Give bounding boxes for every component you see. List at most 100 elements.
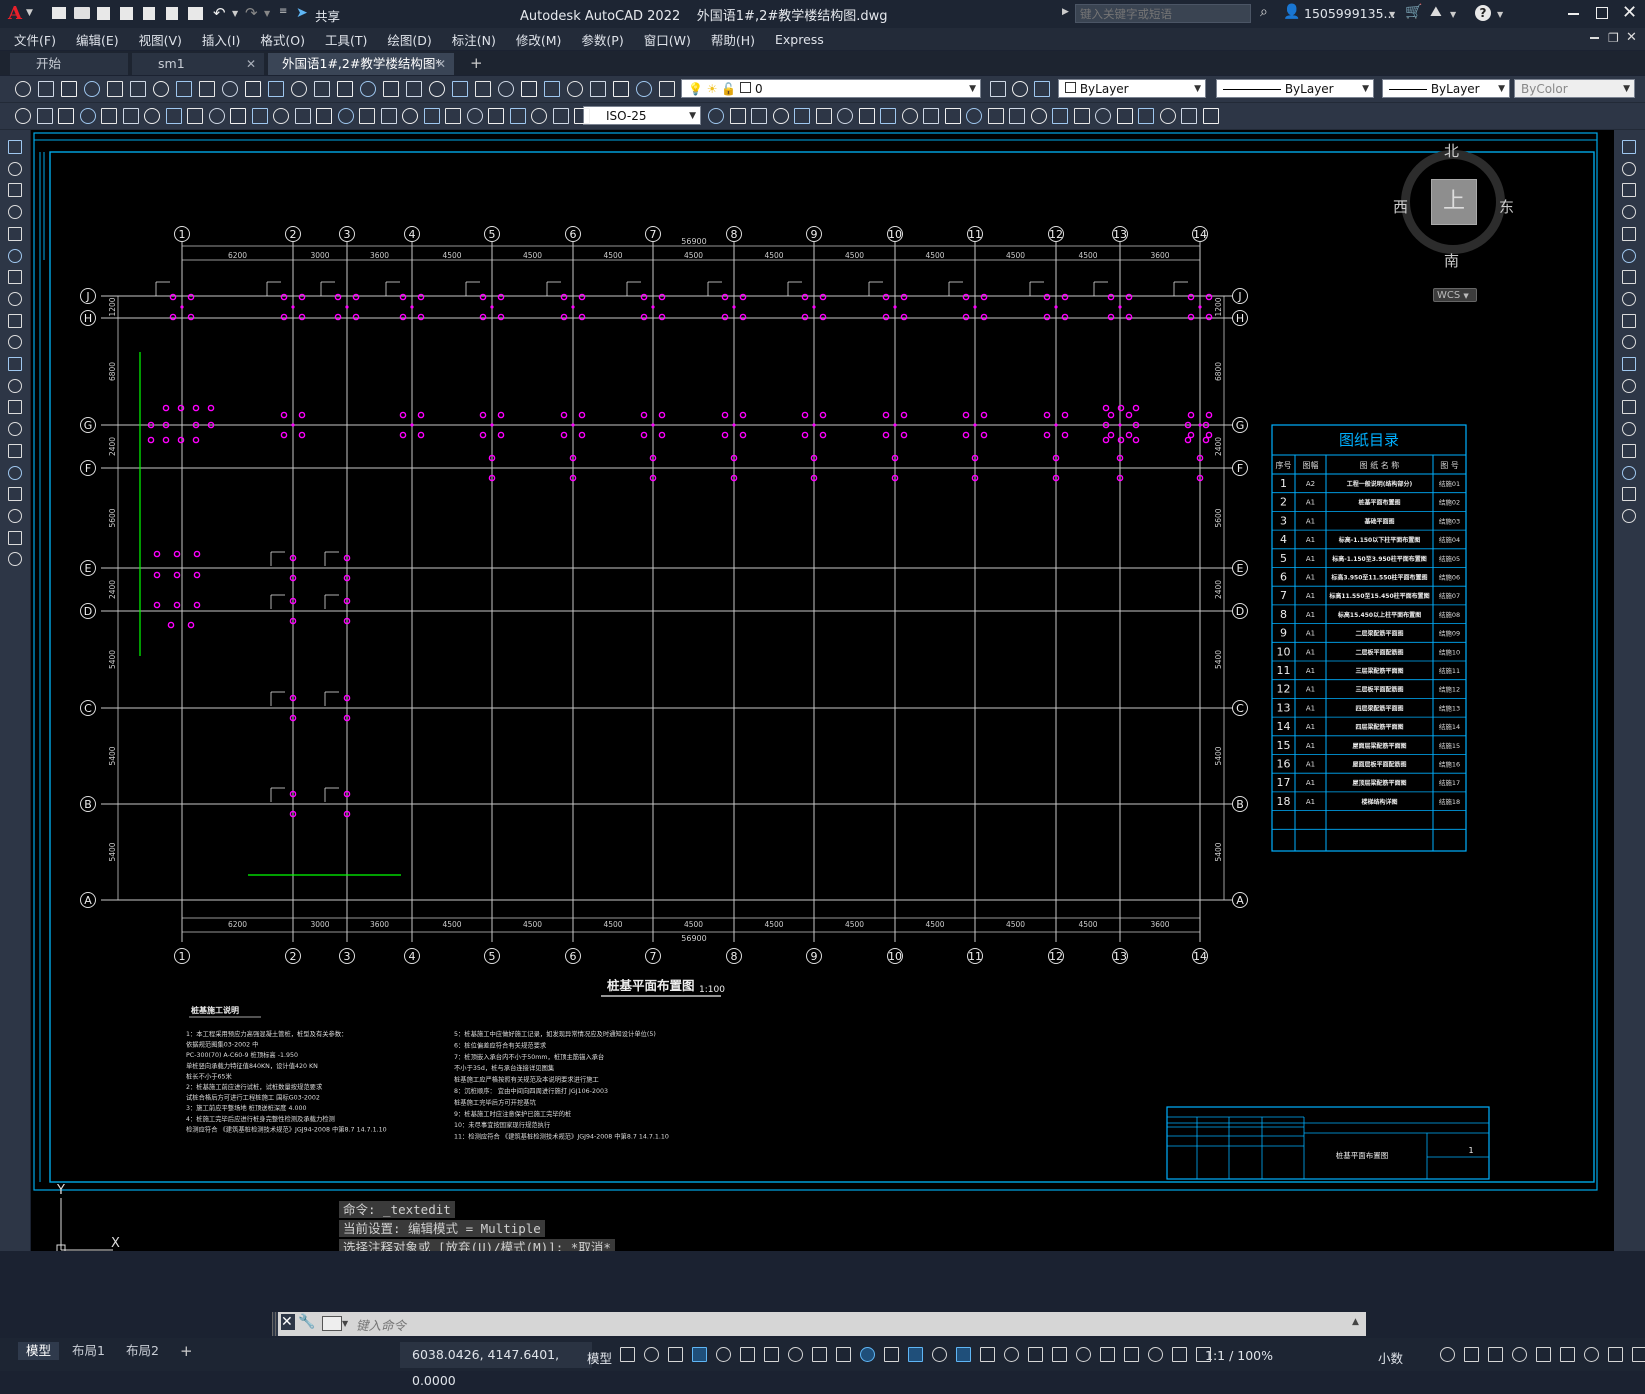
modify-tool-icon[interactable] bbox=[1622, 205, 1636, 220]
standard-tool-icon[interactable] bbox=[429, 81, 445, 97]
dimension-tool-icon[interactable] bbox=[359, 108, 375, 124]
dimension-tool-icon[interactable] bbox=[1052, 108, 1068, 124]
search-expand-icon[interactable]: ▶ bbox=[1062, 7, 1069, 17]
standard-tool-icon[interactable] bbox=[337, 81, 353, 97]
compass-west[interactable]: 西 bbox=[1393, 196, 1408, 217]
dimension-tool-icon[interactable] bbox=[488, 108, 504, 124]
dimension-tool-icon[interactable] bbox=[424, 108, 440, 124]
draw-tool-icon[interactable] bbox=[8, 205, 22, 220]
command-prompt-dropdown-icon[interactable]: ▼ bbox=[342, 1319, 348, 1328]
color-combo[interactable]: ByLayer ▼ bbox=[1058, 79, 1206, 98]
status-toggle-icon[interactable] bbox=[1076, 1347, 1091, 1362]
menu-help[interactable]: 帮助(H) bbox=[711, 30, 755, 49]
dimension-tool-icon[interactable] bbox=[15, 108, 31, 124]
standard-tool-icon[interactable] bbox=[130, 81, 146, 97]
units-value[interactable]: 小数 bbox=[1378, 1348, 1403, 1367]
doc-close-icon[interactable]: ✕ bbox=[1626, 30, 1637, 45]
status-toggle-icon[interactable] bbox=[860, 1347, 875, 1362]
compass-south[interactable]: 南 bbox=[1444, 250, 1459, 271]
status-toggle-icon[interactable] bbox=[1512, 1347, 1527, 1362]
command-grip-icon[interactable] bbox=[272, 1312, 278, 1336]
autocad-logo-icon[interactable]: A bbox=[8, 3, 22, 24]
help-dropdown-icon[interactable]: ▼ bbox=[1497, 10, 1503, 19]
draw-tool-icon[interactable] bbox=[8, 465, 22, 480]
drawing-canvas[interactable]: 1 1 2 2 3 3 4 4 5 5 6 6 7 7 8 8 9 9 10 10 11 11 12 12 13 13 14 14 J J… bbox=[31, 130, 1614, 1251]
cad-drawing[interactable]: 11223344556677889910101111121213131414J J… bbox=[31, 130, 1614, 1251]
dimension-tool-icon[interactable] bbox=[988, 108, 1004, 124]
standard-tool-icon[interactable] bbox=[521, 81, 537, 97]
customize-qat-icon[interactable]: ≡ bbox=[279, 6, 287, 17]
tab-start[interactable]: 开始 bbox=[10, 53, 128, 75]
dimension-tool-icon[interactable] bbox=[1031, 108, 1047, 124]
modify-tool-icon[interactable] bbox=[1622, 357, 1636, 371]
standard-tool-icon[interactable] bbox=[383, 81, 399, 97]
modify-tool-icon[interactable] bbox=[1622, 400, 1636, 415]
standard-tool-icon[interactable] bbox=[613, 81, 629, 97]
standard-tool-icon[interactable] bbox=[1012, 81, 1028, 97]
open-file-icon[interactable] bbox=[74, 7, 90, 19]
dimension-tool-icon[interactable] bbox=[144, 108, 160, 124]
status-toggle-icon[interactable] bbox=[740, 1347, 755, 1362]
user-dropdown-icon[interactable]: ▼ bbox=[1389, 10, 1395, 19]
save-as-icon[interactable] bbox=[120, 7, 133, 20]
dimension-tool-icon[interactable] bbox=[966, 108, 982, 124]
search-icon[interactable]: ⌕ bbox=[1260, 4, 1268, 20]
doc-restore-icon[interactable]: ❐ bbox=[1608, 31, 1619, 45]
draw-tool-icon[interactable] bbox=[8, 530, 22, 545]
standard-tool-icon[interactable] bbox=[314, 81, 330, 97]
dimension-tool-icon[interactable] bbox=[273, 108, 289, 124]
status-toggle-icon[interactable] bbox=[1148, 1347, 1163, 1362]
dimension-tool-icon[interactable] bbox=[1160, 108, 1176, 124]
command-recent-icon[interactable]: ▲ bbox=[1352, 1317, 1359, 1327]
dimension-tool-icon[interactable] bbox=[209, 108, 225, 124]
modify-tool-icon[interactable] bbox=[1622, 248, 1636, 263]
dimension-tool-icon[interactable] bbox=[187, 108, 203, 124]
wcs-menu[interactable]: WCS ▼ bbox=[1433, 288, 1477, 302]
standard-tool-icon[interactable] bbox=[199, 81, 215, 97]
draw-tool-icon[interactable] bbox=[8, 140, 22, 154]
layer-combo[interactable]: 💡 ☀ 🔓 0 ▼ bbox=[681, 79, 981, 98]
menu-insert[interactable]: 插入(I) bbox=[202, 30, 240, 49]
tab-sm1[interactable]: sm1 ✕ bbox=[132, 53, 264, 75]
dimension-tool-icon[interactable] bbox=[553, 108, 569, 124]
status-toggle-icon[interactable] bbox=[1608, 1347, 1623, 1362]
dimension-tool-icon[interactable] bbox=[123, 108, 139, 124]
draw-tool-icon[interactable] bbox=[8, 161, 22, 176]
status-toggle-icon[interactable] bbox=[884, 1347, 899, 1362]
cart-icon[interactable]: 🛒 bbox=[1405, 4, 1422, 20]
draw-tool-icon[interactable] bbox=[8, 508, 22, 523]
draw-tool-icon[interactable] bbox=[8, 422, 22, 437]
status-toggle-icon[interactable] bbox=[1100, 1347, 1115, 1362]
print-icon[interactable] bbox=[188, 7, 203, 20]
status-toggle-icon[interactable] bbox=[1464, 1347, 1479, 1362]
modify-tool-icon[interactable] bbox=[1622, 378, 1636, 393]
menu-parameter[interactable]: 参数(P) bbox=[581, 30, 623, 49]
app-dropdown-icon[interactable]: ▼ bbox=[1450, 10, 1456, 19]
draw-tool-icon[interactable] bbox=[8, 443, 22, 458]
menu-tools[interactable]: 工具(T) bbox=[325, 30, 367, 49]
command-input[interactable] bbox=[354, 1314, 1358, 1336]
dimension-tool-icon[interactable] bbox=[1203, 108, 1219, 124]
standard-tool-icon[interactable] bbox=[84, 81, 100, 97]
status-toggle-icon[interactable] bbox=[1632, 1347, 1645, 1362]
help-icon[interactable]: ? bbox=[1475, 5, 1491, 21]
menu-edit[interactable]: 编辑(E) bbox=[76, 30, 119, 49]
status-toggle-icon[interactable] bbox=[692, 1347, 707, 1362]
status-toggle-icon[interactable] bbox=[1196, 1347, 1211, 1362]
menu-modify[interactable]: 修改(M) bbox=[516, 30, 562, 49]
status-toggle-icon[interactable] bbox=[764, 1347, 779, 1362]
menu-express[interactable]: Express bbox=[775, 32, 824, 47]
status-toggle-icon[interactable] bbox=[620, 1347, 635, 1362]
status-toggle-icon[interactable] bbox=[1124, 1347, 1139, 1362]
standard-tool-icon[interactable] bbox=[1034, 81, 1050, 97]
undo-dropdown-icon[interactable]: ▼ bbox=[232, 9, 238, 18]
draw-tool-icon[interactable] bbox=[8, 248, 22, 263]
status-toggle-icon[interactable] bbox=[668, 1347, 683, 1362]
autodesk-app-icon[interactable]: ⛰ bbox=[1430, 4, 1442, 20]
draw-tool-icon[interactable] bbox=[8, 487, 22, 502]
dimension-tool-icon[interactable] bbox=[166, 108, 182, 124]
command-close-icon[interactable]: ✕ bbox=[281, 1314, 295, 1330]
standard-tool-icon[interactable] bbox=[107, 81, 123, 97]
menu-file[interactable]: 文件(F) bbox=[14, 30, 56, 49]
standard-tool-icon[interactable] bbox=[590, 81, 606, 97]
